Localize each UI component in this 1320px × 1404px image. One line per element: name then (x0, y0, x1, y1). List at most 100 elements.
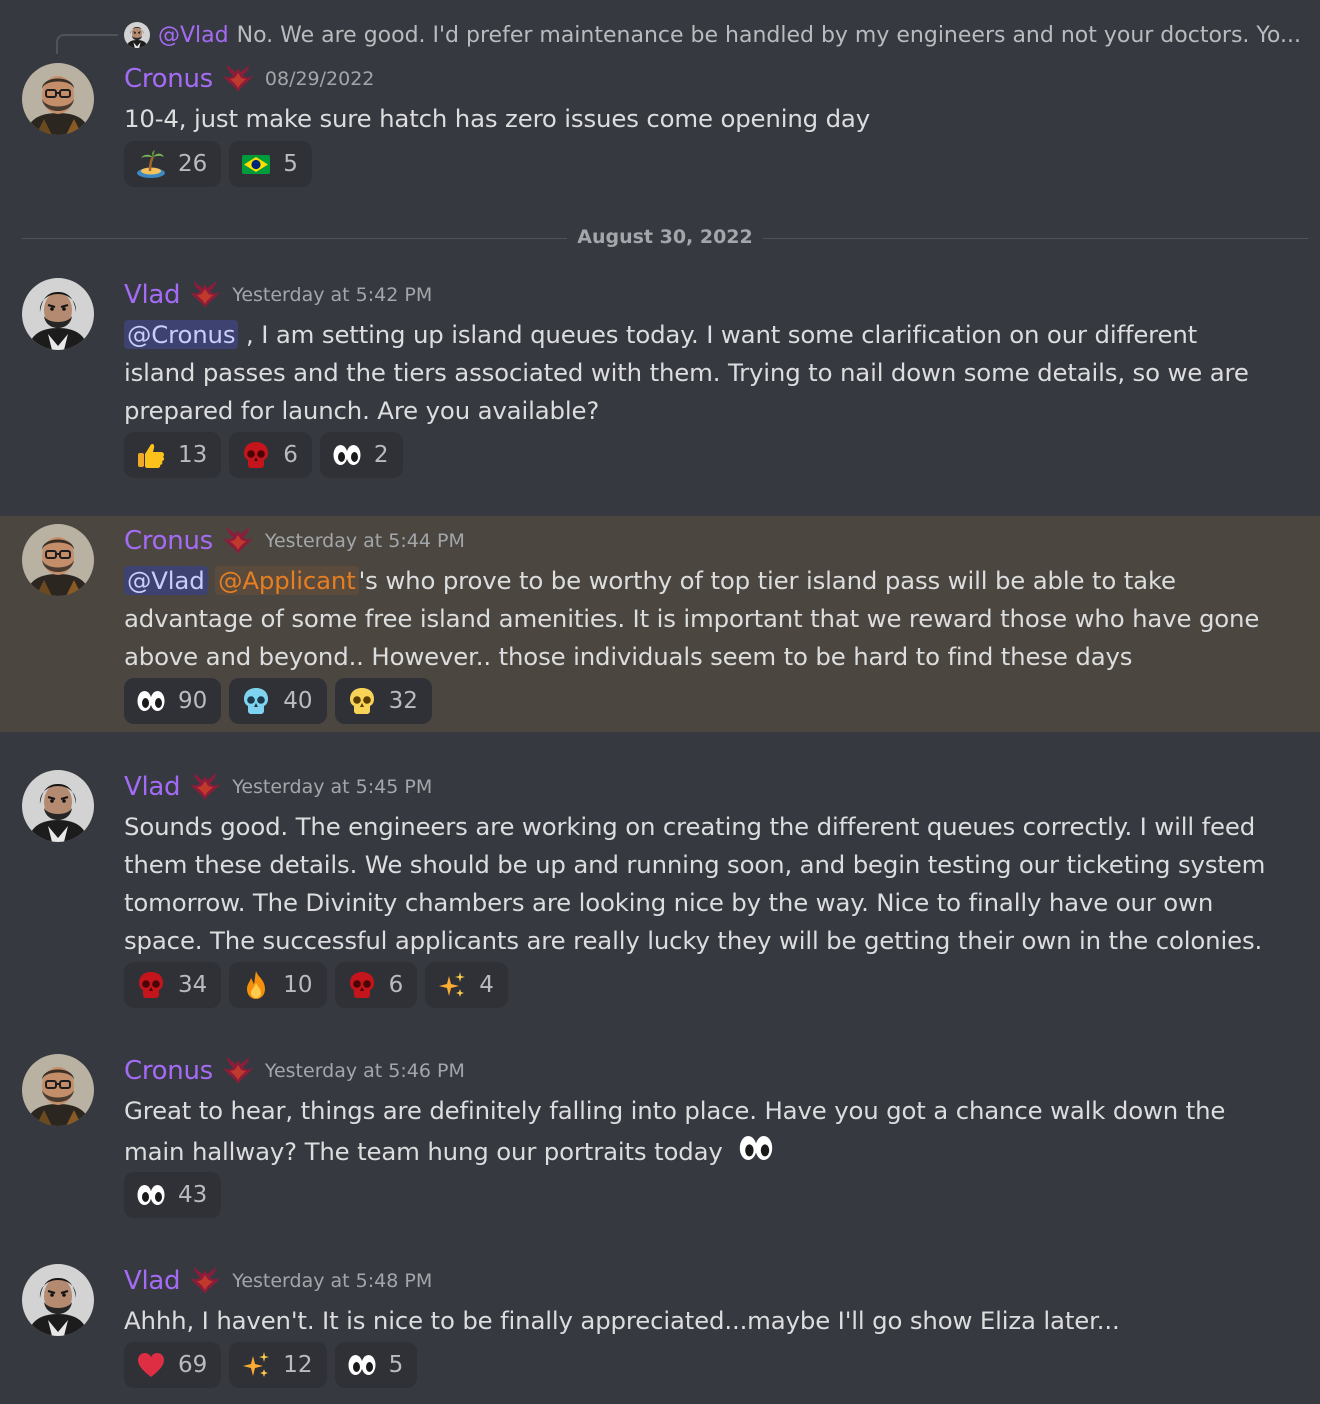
message-line: prepared for launch. Are you available? (124, 396, 600, 425)
username[interactable]: Vlad (124, 772, 181, 802)
reaction[interactable]: 6 (334, 962, 418, 1008)
thumbs-up-icon (136, 440, 166, 470)
reaction-bar: 13 6 2 (124, 432, 403, 478)
avatar[interactable] (22, 278, 94, 350)
reaction-count: 6 (283, 442, 298, 468)
date-divider-label: August 30, 2022 (567, 226, 763, 248)
avatar[interactable] (22, 524, 94, 596)
message-content: @Cronus , I am setting up island queues … (124, 316, 1274, 430)
reaction[interactable]: 4 (425, 962, 508, 1008)
username[interactable]: Cronus (124, 526, 213, 556)
message-line: 10-4, just make sure hatch has zero issu… (124, 104, 871, 133)
reaction-count: 5 (283, 151, 298, 177)
reaction[interactable]: 13 (124, 432, 222, 478)
reaction-count: 5 (388, 1352, 404, 1378)
avatar[interactable] (22, 1264, 94, 1336)
red-heart-icon (136, 1350, 166, 1380)
reaction-count: 6 (388, 972, 404, 998)
avatar[interactable] (22, 770, 94, 842)
message-content: 10-4, just make sure hatch has zero issu… (124, 100, 1274, 138)
message-line: main hallway? The team hung our portrait… (124, 1137, 723, 1166)
red-skull-icon (347, 970, 377, 1000)
timestamp: 08/29/2022 (264, 68, 375, 90)
reaction[interactable]: 10 (229, 962, 327, 1008)
message-line: 's who prove to be worthy of top tier is… (358, 566, 1176, 595)
reaction-bar: 34 10 6 4 (124, 962, 508, 1008)
reaction[interactable]: 6 (229, 432, 312, 478)
reaction[interactable]: 32 (334, 678, 432, 724)
eyes-icon (136, 1180, 166, 1210)
message-line: Ahhh, I haven't. It is nice to be finall… (124, 1306, 1120, 1335)
message: Cronus Yesterday at 5:46 PM Great to hea… (0, 1036, 1320, 1240)
reaction[interactable]: 2 (319, 432, 403, 478)
reaction-count: 10 (283, 972, 313, 998)
username[interactable]: Vlad (124, 1266, 181, 1296)
reaction[interactable]: 40 (229, 678, 327, 724)
timestamp: Yesterday at 5:42 PM (232, 284, 433, 306)
yellow-skull-icon (347, 686, 377, 716)
timestamp: Yesterday at 5:45 PM (232, 776, 433, 798)
reaction-count: 26 (178, 151, 208, 177)
eyes-icon (136, 686, 166, 716)
avatar[interactable] (22, 63, 94, 135)
message-content: Great to hear, things are definitely fal… (124, 1092, 1274, 1173)
eyes-icon (347, 1350, 377, 1380)
role-icon (221, 526, 255, 556)
username[interactable]: Cronus (124, 64, 213, 94)
message-content: Ahhh, I haven't. It is nice to be finall… (124, 1302, 1274, 1340)
role-icon (221, 64, 255, 94)
reaction[interactable]: 5 (334, 1342, 418, 1388)
reaction[interactable]: 12 (229, 1342, 327, 1388)
role-icon (188, 280, 222, 310)
reaction[interactable]: 90 (124, 678, 222, 724)
message-line: island passes and the tiers associated w… (124, 358, 1249, 387)
avatar[interactable] (22, 1054, 94, 1126)
message-line: , I am setting up island queues today. I… (238, 320, 1198, 349)
reaction-bar: 26 5 (124, 141, 312, 187)
reaction[interactable]: 5 (229, 141, 312, 187)
timestamp: Yesterday at 5:44 PM (264, 530, 465, 552)
user-mention[interactable]: @Cronus (124, 320, 239, 349)
message-line: tomorrow. The Divinity chambers are look… (124, 888, 1214, 917)
timestamp: Yesterday at 5:48 PM (232, 1270, 433, 1292)
reaction-bar: 90 40 32 (124, 678, 432, 724)
reaction[interactable]: 69 (124, 1342, 222, 1388)
username[interactable]: Cronus (124, 1056, 213, 1086)
message-line: above and beyond.. However.. those indiv… (124, 642, 1133, 671)
timestamp: Yesterday at 5:46 PM (264, 1060, 465, 1082)
reaction-count: 69 (178, 1352, 208, 1378)
message: Cronus 08/29/2022 10-4, just make sure h… (0, 0, 1320, 200)
message-content: @Vlad @Applicant's who prove to be worth… (124, 562, 1274, 676)
role-mention[interactable]: @Applicant (215, 566, 359, 595)
reaction-count: 13 (178, 442, 208, 468)
username[interactable]: Vlad (124, 280, 181, 310)
reaction-count: 32 (388, 688, 418, 714)
eyes-icon (736, 1130, 776, 1166)
reaction-count: 43 (178, 1182, 208, 1208)
sparkles-icon (437, 970, 467, 1000)
brazil-flag-icon (241, 149, 271, 179)
message-line: Great to hear, things are definitely fal… (124, 1096, 1226, 1125)
sparkles-icon (241, 1350, 271, 1380)
red-skull-icon (241, 440, 271, 470)
message-highlighted: Cronus Yesterday at 5:44 PM @Vlad @Appli… (0, 516, 1320, 732)
eyes-icon (332, 440, 362, 470)
reaction-count: 90 (178, 688, 208, 714)
reaction-count: 2 (373, 442, 389, 468)
role-icon (188, 772, 222, 802)
blue-skull-icon (241, 686, 271, 716)
fire-icon (241, 970, 271, 1000)
user-mention[interactable]: @Vlad (124, 566, 208, 595)
message-content: Sounds good. The engineers are working o… (124, 808, 1274, 960)
reaction[interactable]: 43 (124, 1172, 222, 1218)
reaction[interactable]: 34 (124, 962, 222, 1008)
reaction[interactable]: 26 (124, 141, 222, 187)
reaction-count: 34 (178, 972, 208, 998)
reaction-bar: 69 12 5 (124, 1342, 418, 1388)
message-line: Sounds good. The engineers are working o… (124, 812, 1256, 841)
role-icon (188, 1266, 222, 1296)
message: Vlad Yesterday at 5:48 PM Ahhh, I haven'… (0, 1246, 1320, 1404)
message-line: them these details. We should be up and … (124, 850, 1266, 879)
red-skull-icon (136, 970, 166, 1000)
role-icon (221, 1056, 255, 1086)
